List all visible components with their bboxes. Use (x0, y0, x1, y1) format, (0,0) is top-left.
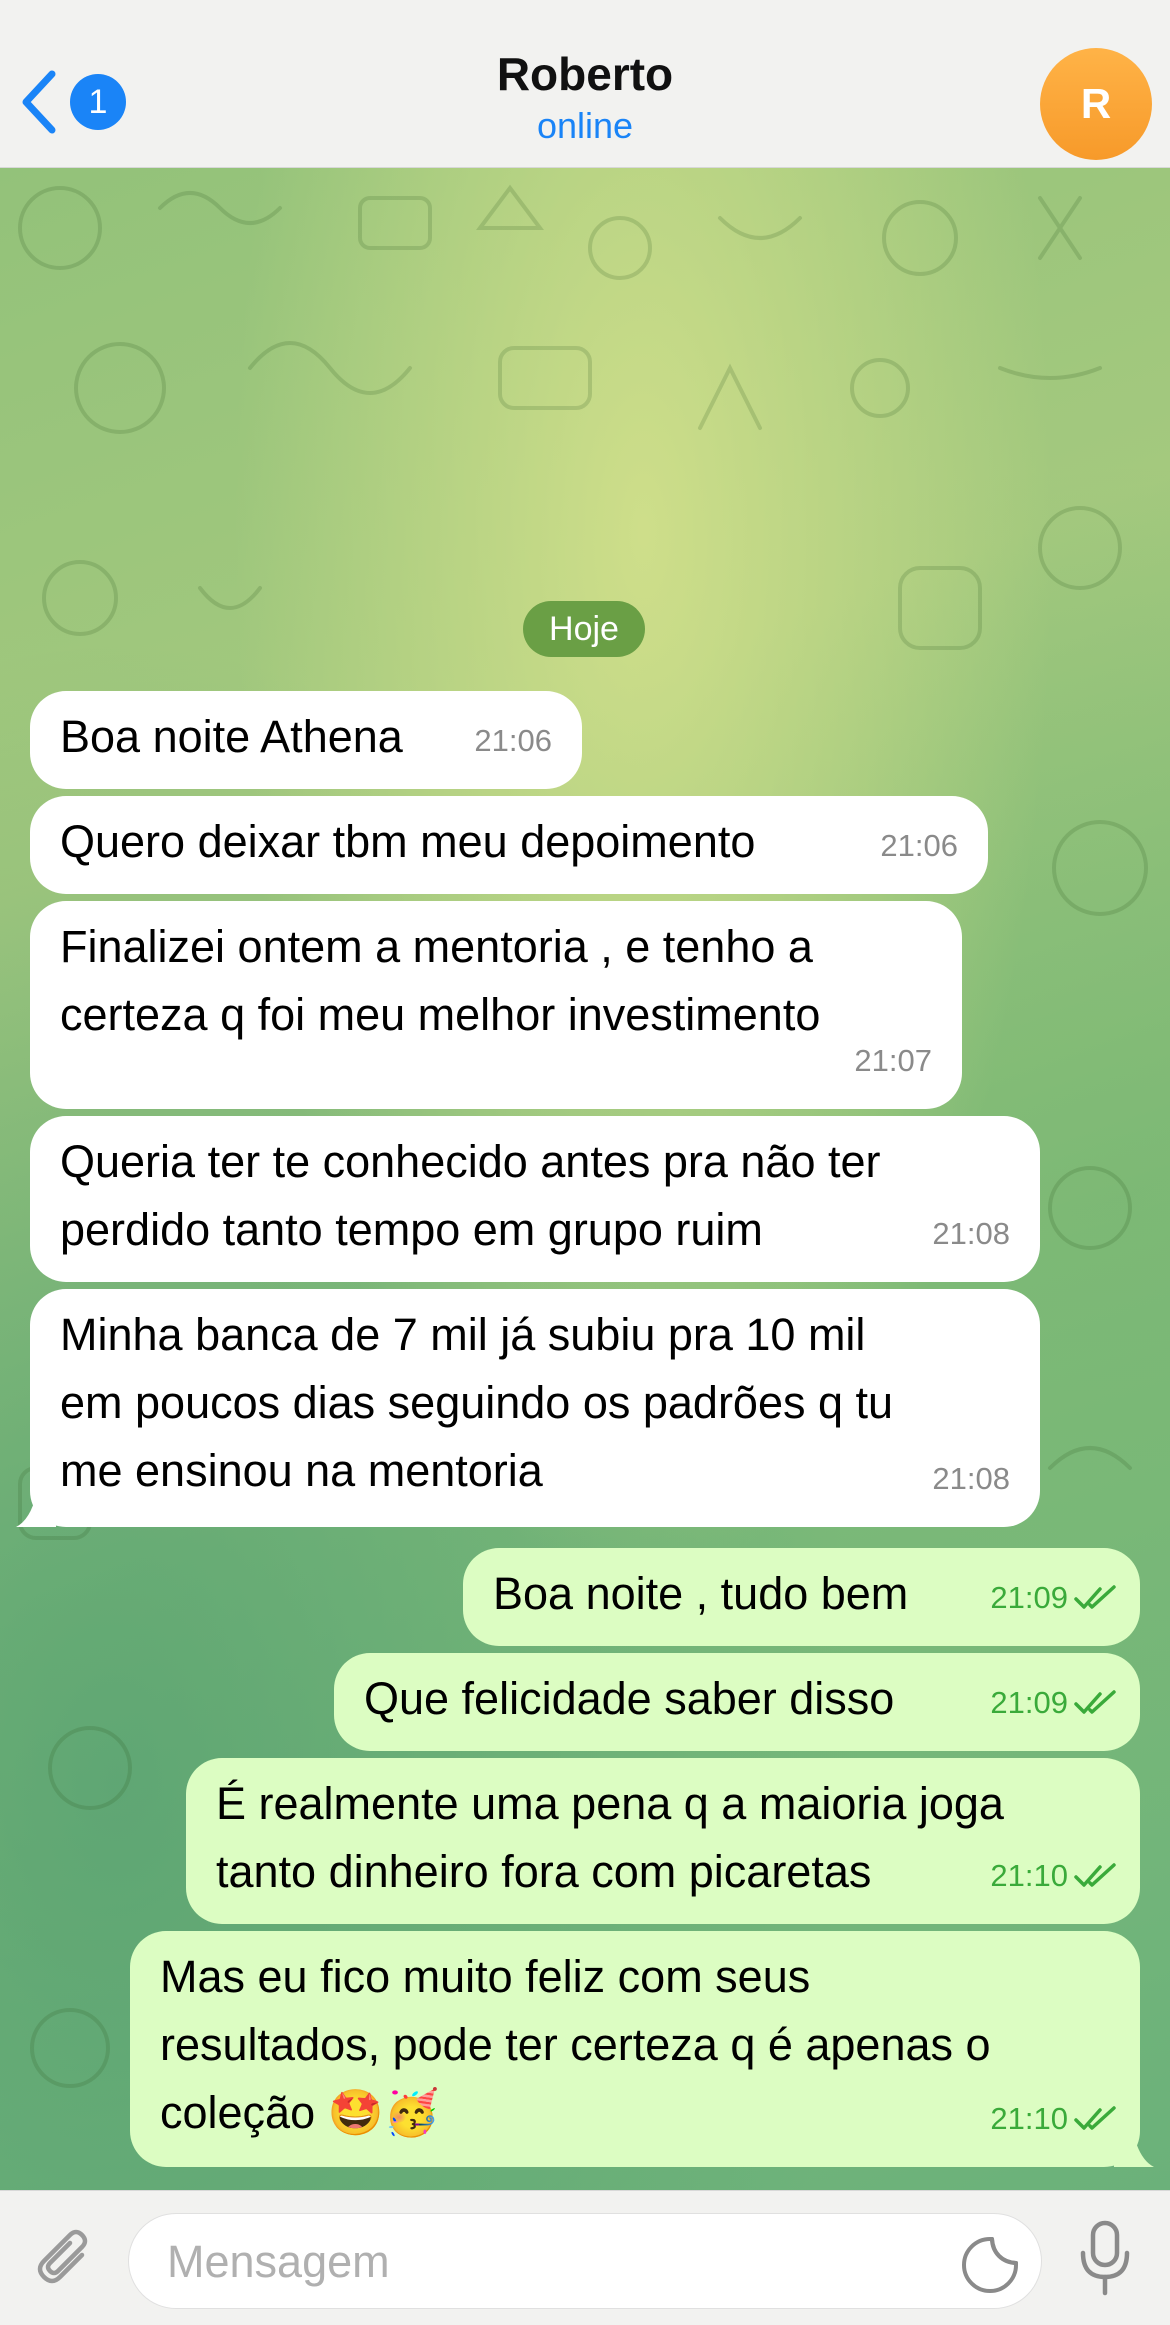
message-time-label: 21:07 (854, 1043, 932, 1078)
contact-name: Roberto (496, 48, 674, 100)
double-check-icon (1074, 1690, 1116, 1714)
chat-title[interactable]: Roberto online (0, 44, 1170, 148)
message-time: 21:09 (990, 1669, 1118, 1737)
message-incoming[interactable]: Quero deixar tbm meu depoimento 21:06 (30, 796, 988, 894)
message-time-label: 21:10 (990, 1858, 1068, 1893)
microphone-icon[interactable] (1075, 2219, 1135, 2299)
message-time: 21:06 (474, 707, 552, 775)
message-outgoing[interactable]: Que felicidade saber disso 21:09 (334, 1653, 1140, 1751)
message-time: 21:10 (990, 2085, 1118, 2153)
message-time: 21:09 (990, 1564, 1118, 1632)
message-incoming[interactable]: Minha banca de 7 mil já subiu pra 10 mil… (16, 1289, 1040, 1527)
message-input[interactable] (165, 2226, 969, 2298)
double-check-icon (1074, 1585, 1116, 1609)
message-time-label: 21:06 (880, 828, 958, 863)
message-text: Quero deixar tbm meu depoimento (60, 816, 756, 867)
chat-area[interactable]: Hoje Boa noite Athena 21:06 Quero deixar… (0, 168, 1170, 2190)
message-text: Queria ter te conhecido antes pra não te… (60, 1136, 881, 1255)
chat-header: 1 Roberto online R (0, 0, 1170, 168)
message-text: Minha banca de 7 mil já subiu pra 10 mil… (60, 1309, 894, 1496)
message-text: Finalizei ontem a mentoria , e tenho a c… (60, 921, 821, 1040)
message-incoming[interactable]: Boa noite Athena 21:06 (30, 691, 582, 789)
avatar[interactable]: R (1040, 48, 1152, 160)
composer-bar (0, 2190, 1170, 2325)
bubble-tail (1114, 2127, 1154, 2167)
message-text: Mas eu fico muito feliz com seus resulta… (160, 1951, 991, 2138)
sticker-icon[interactable] (960, 2235, 1020, 2295)
message-outgoing[interactable]: É realmente uma pena q a maioria joga ta… (186, 1758, 1140, 1924)
double-check-icon (1074, 1863, 1116, 1887)
contact-status: online (536, 105, 634, 146)
message-outgoing[interactable]: Boa noite , tudo bem 21:09 (463, 1548, 1140, 1646)
date-separator: Hoje (523, 601, 645, 657)
message-outgoing[interactable]: Mas eu fico muito feliz com seus resulta… (130, 1931, 1154, 2167)
message-incoming[interactable]: Queria ter te conhecido antes pra não te… (30, 1116, 1040, 1282)
message-time-label: 21:10 (990, 2101, 1068, 2136)
message-time-label: 21:09 (990, 1580, 1068, 1615)
message-time: 21:06 (880, 812, 958, 880)
double-check-icon (1074, 2106, 1116, 2130)
message-time: 21:10 (990, 1842, 1118, 1910)
message-time-label: 21:08 (932, 1461, 1010, 1496)
paperclip-icon[interactable] (30, 2227, 100, 2297)
message-time-label: 21:09 (990, 1685, 1068, 1720)
bubble-tail (16, 1487, 56, 1527)
message-incoming[interactable]: Finalizei ontem a mentoria , e tenho a c… (30, 901, 962, 1109)
message-text: É realmente uma pena q a maioria joga ta… (216, 1778, 1004, 1897)
message-time-label: 21:06 (474, 723, 552, 758)
message-time: 21:08 (932, 1200, 1010, 1268)
message-field[interactable] (128, 2213, 1042, 2309)
message-time-label: 21:08 (932, 1216, 1010, 1251)
message-time: 21:07 (854, 1027, 932, 1095)
message-time: 21:08 (932, 1445, 1010, 1513)
